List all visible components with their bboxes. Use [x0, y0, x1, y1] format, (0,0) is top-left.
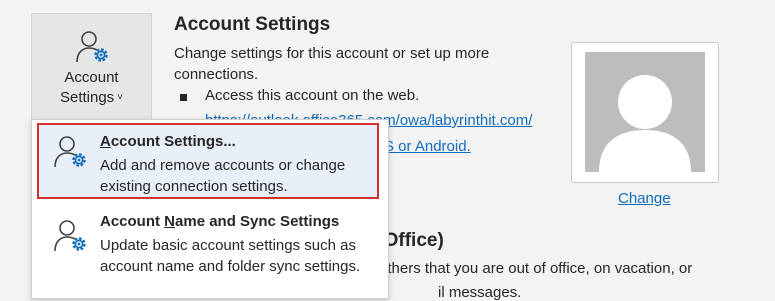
profile-picture — [571, 42, 719, 183]
person-gear-icon — [76, 31, 108, 63]
account-settings-button[interactable]: Account Settings ˅ — [31, 13, 152, 120]
out-of-office-text: others that you are out of office, on va… — [379, 260, 693, 277]
person-gear-icon — [54, 136, 86, 168]
web-access-label: Access this account on the web. — [205, 87, 420, 104]
menu-item-account-settings[interactable]: Account Settings... Add and remove accou… — [32, 120, 388, 202]
person-gear-icon — [54, 220, 86, 252]
account-button-label-line2: Settings ˅ — [59, 89, 124, 106]
menu-item-title: Account Settings... — [100, 133, 236, 150]
account-settings-menu: Account Settings... Add and remove accou… — [31, 119, 389, 299]
menu-item-title: Account Name and Sync Settings — [100, 213, 340, 230]
menu-item-description: Update basic account settings such as ac… — [100, 237, 361, 275]
bullet-icon — [180, 94, 187, 101]
out-of-office-text-2: il messages. — [438, 284, 522, 301]
page-title: Account Settings — [174, 14, 331, 35]
change-photo-link[interactable]: Change — [618, 190, 671, 207]
chevron-down-icon: ˅ — [117, 92, 124, 103]
section-description: Change settings for this account or set … — [174, 45, 490, 83]
account-button-label-line1: Account — [64, 69, 119, 86]
mobile-app-link[interactable]: S or Android. — [384, 138, 471, 155]
menu-item-name-sync-settings[interactable]: Account Name and Sync Settings Update ba… — [32, 204, 388, 284]
avatar-placeholder-icon — [599, 75, 691, 172]
menu-item-description: Add and remove accounts or change existi… — [100, 157, 346, 195]
